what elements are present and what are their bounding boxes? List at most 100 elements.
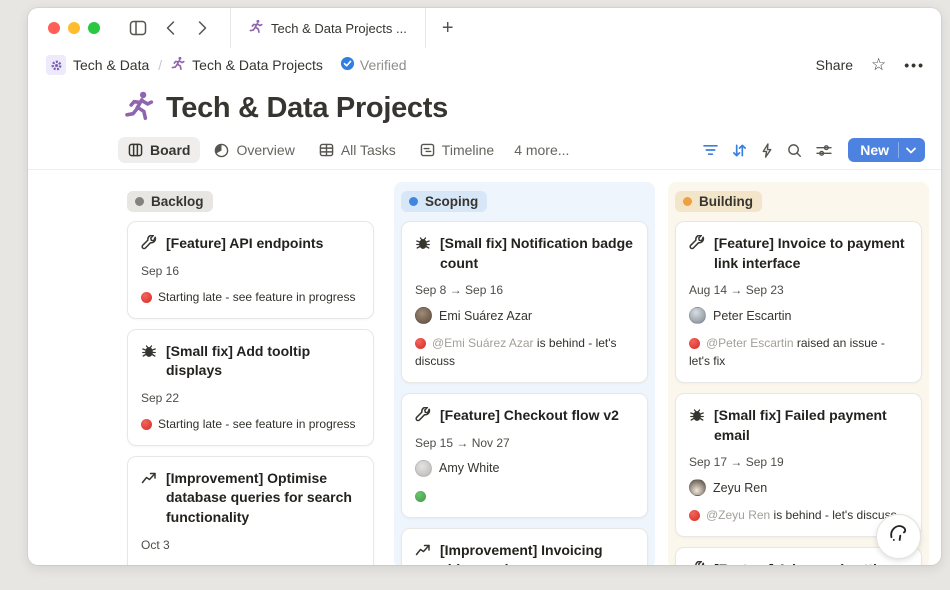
card-date: Sep 22: [141, 391, 360, 405]
verified-badge: Verified: [340, 56, 407, 74]
task-card[interactable]: [Small fix] Add tooltip displays Sep 22 …: [127, 329, 374, 446]
avatar: [689, 479, 706, 496]
filter-icon[interactable]: [703, 144, 718, 156]
card-date: Oct 3: [141, 538, 360, 552]
bug-icon: [415, 234, 432, 273]
card-assignee: Zeyu Ren: [689, 479, 908, 496]
sort-icon[interactable]: [732, 143, 747, 158]
active-browser-tab[interactable]: Tech & Data Projects ...: [230, 8, 426, 48]
red-status-dot-icon: [141, 419, 152, 430]
card-assignee: Amy White: [415, 460, 634, 477]
card-title: [Feature] Invoice to payment link interf…: [714, 234, 908, 273]
column-header[interactable]: Backlog: [127, 191, 213, 212]
tab-timeline[interactable]: Timeline: [410, 137, 504, 163]
avatar: [689, 307, 706, 324]
breadcrumb-workspace[interactable]: Tech & Data: [73, 57, 149, 73]
notion-ai-button[interactable]: [876, 514, 921, 559]
column-scoping: Scoping [Small fix] Notification badge c…: [394, 182, 655, 565]
task-card[interactable]: [Improvement] Optimise database queries …: [127, 456, 374, 565]
task-card[interactable]: [Small fix] Notification badge count Sep…: [401, 221, 648, 383]
app-window: Tech & Data Projects ... + Tech & Data /…: [28, 8, 941, 565]
chevron-down-icon[interactable]: [899, 147, 925, 154]
task-card[interactable]: [Improvement] Invoicing side panel: [401, 528, 648, 565]
card-date: Sep 15 → Nov 27: [415, 436, 634, 450]
back-icon[interactable]: [158, 16, 182, 40]
ai-face-icon: [886, 521, 912, 552]
tab-board[interactable]: Board: [118, 137, 200, 163]
sliders-icon[interactable]: [816, 144, 832, 157]
forward-icon[interactable]: [190, 16, 214, 40]
card-title: [Feature] API endpoints: [166, 234, 323, 254]
bug-icon: [141, 342, 158, 381]
card-date: Aug 14 → Sep 23: [689, 283, 908, 297]
task-card[interactable]: [Feature] Checkout flow v2 Sep 15 → Nov …: [401, 393, 648, 518]
workspace-gear-icon: [46, 55, 66, 75]
status-text: Starting late - see feature in progress: [158, 290, 355, 304]
search-icon[interactable]: [787, 143, 802, 158]
chart-increasing-icon: [415, 541, 432, 565]
task-card[interactable]: [Feature] API endpoints Sep 16 Starting …: [127, 221, 374, 319]
assignee-name: Peter Escartin: [713, 309, 792, 323]
new-button-label: New: [848, 142, 898, 158]
card-title: [Improvement] Invoicing side panel: [440, 541, 634, 565]
red-status-dot-icon: [689, 338, 700, 349]
task-card[interactable]: [Small fix] Failed payment email Sep 17 …: [675, 393, 922, 537]
status-dot-icon: [683, 197, 692, 206]
card-status: [415, 487, 634, 505]
card-status: Starting late - see feature in progress: [141, 415, 360, 433]
column-name: Backlog: [151, 194, 204, 209]
column-name: Scoping: [425, 194, 478, 209]
tab-label: Board: [150, 142, 190, 158]
breadcrumb-page[interactable]: Tech & Data Projects: [192, 57, 323, 73]
more-views-link[interactable]: 4 more...: [508, 137, 575, 163]
status-mention[interactable]: @Peter Escartin: [706, 336, 794, 350]
card-date: Sep 16: [141, 264, 360, 278]
favorite-star-icon[interactable]: ☆: [871, 55, 886, 75]
overview-icon: [214, 143, 229, 158]
bug-icon: [689, 406, 706, 445]
minimize-window-button[interactable]: [68, 22, 80, 34]
card-status: Starting late - see feature in progress: [141, 288, 360, 306]
more-options-icon[interactable]: •••: [904, 57, 925, 73]
status-mention[interactable]: @Emi Suárez Azar: [432, 336, 534, 350]
lightning-icon[interactable]: [761, 143, 773, 158]
browser-tab-title: Tech & Data Projects ...: [271, 21, 407, 36]
views-row: Board Overview All Tasks Timeline 4 more…: [28, 137, 941, 170]
page-runner-icon: [124, 90, 154, 127]
task-card[interactable]: [Feature] Invoice to payment link interf…: [675, 221, 922, 383]
tab-label: All Tasks: [341, 142, 396, 158]
close-window-button[interactable]: [48, 22, 60, 34]
wrench-icon: [689, 560, 706, 565]
new-tab-label: +: [442, 17, 454, 40]
status-dot-icon: [135, 197, 144, 206]
green-status-dot-icon: [415, 491, 426, 502]
status-text: Starting late - see feature in progress: [158, 417, 355, 431]
new-button[interactable]: New: [848, 138, 925, 162]
status-mention[interactable]: @Zeyu Ren: [706, 508, 770, 522]
wrench-icon: [689, 234, 706, 273]
tab-overview[interactable]: Overview: [204, 137, 304, 163]
assignee-name: Zeyu Ren: [713, 481, 767, 495]
kanban-board: Backlog [Feature] API endpoints Sep 16 S…: [28, 170, 941, 565]
column-header[interactable]: Scoping: [401, 191, 487, 212]
red-status-dot-icon: [141, 292, 152, 303]
zoom-window-button[interactable]: [88, 22, 100, 34]
column-header[interactable]: Building: [675, 191, 762, 212]
card-date: Sep 17 → Sep 19: [689, 455, 908, 469]
status-text: is behind - let's discuss: [770, 508, 896, 522]
card-title: [Small fix] Add tooltip displays: [166, 342, 360, 381]
topbar-actions: Share ☆ •••: [816, 55, 925, 75]
board-toolbar: New: [703, 138, 925, 162]
sidebar-toggle-icon[interactable]: [126, 16, 150, 40]
share-button[interactable]: Share: [816, 57, 853, 73]
avatar: [415, 307, 432, 324]
verified-label: Verified: [360, 57, 407, 73]
column-building: Building [Feature] Invoice to payment li…: [668, 182, 929, 565]
new-tab-button[interactable]: +: [426, 8, 470, 48]
avatar: [415, 460, 432, 477]
card-title: [Small fix] Notification badge count: [440, 234, 634, 273]
tab-all-tasks[interactable]: All Tasks: [309, 137, 406, 163]
card-title: [Feature] Checkout flow v2: [440, 406, 619, 426]
card-status: @Emi Suárez Azar is behind - let's discu…: [415, 334, 634, 370]
tab-bar: Tech & Data Projects ... +: [28, 8, 941, 48]
